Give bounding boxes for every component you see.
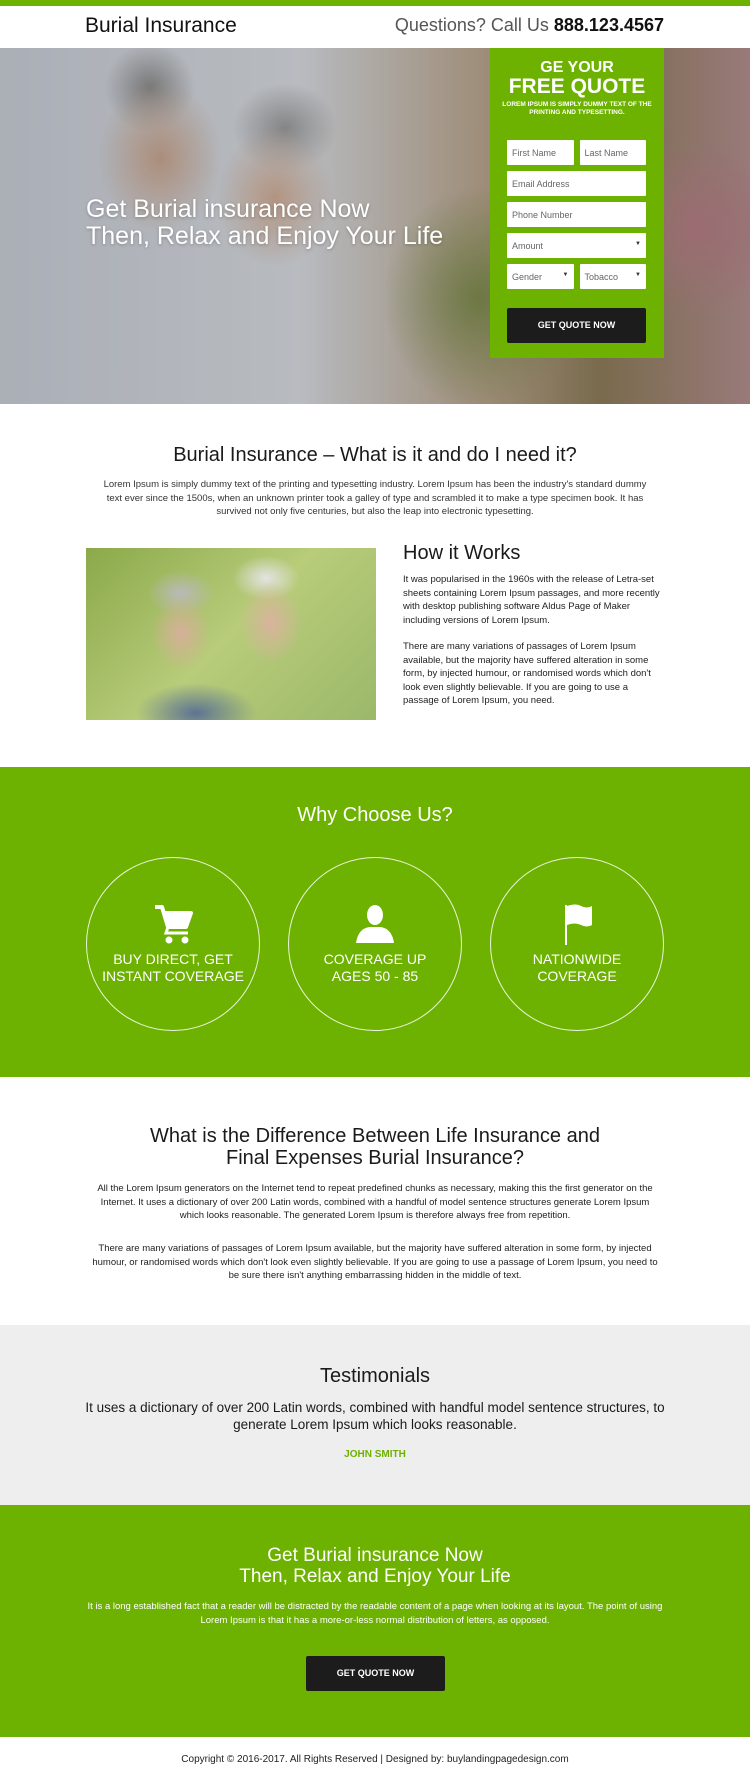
difference-paragraph-2: There are many variations of passages of… [92, 1243, 658, 1281]
user-icon [289, 903, 461, 945]
what-is-intro: Lorem Ipsum is simply dummy text of the … [103, 479, 647, 517]
difference-title: What is the Difference Between Life Insu… [0, 1125, 750, 1169]
what-is-title: Burial Insurance – What is it and do I n… [173, 444, 577, 466]
difference-title-line1: What is the Difference Between Life Insu… [150, 1125, 600, 1147]
quote-form-title-line2: FREE QUOTE [508, 75, 646, 98]
gender-select[interactable]: Gender ▼ [507, 264, 574, 289]
feature-label-line2: INSTANT COVERAGE [102, 968, 244, 984]
phone-number-link[interactable]: 888.123.4567 [554, 15, 664, 35]
site-header: Burial Insurance Questions? Call Us 888.… [0, 6, 750, 48]
tobacco-select[interactable]: Tobacco ▼ [579, 264, 646, 289]
difference-paragraph-1: All the Lorem Ipsum generators on the In… [97, 1183, 653, 1221]
brand-logo[interactable]: Burial Insurance [85, 14, 237, 38]
caret-down-icon: ▼ [562, 272, 569, 278]
hero-headline-line1: Get Burial insurance Now [86, 195, 370, 223]
hero-headline-line2: Then, Relax and Enjoy Your Life [86, 222, 444, 250]
how-it-works-paragraph-2: There are many variations of passages of… [403, 641, 651, 706]
cta-section: Get Burial insurance Now Then, Relax and … [0, 1505, 750, 1737]
amount-select-value: Amount [512, 241, 544, 251]
cta-title: Get Burial insurance Now Then, Relax and … [0, 1545, 750, 1587]
tobacco-select-value: Tobacco [584, 272, 619, 282]
quote-form-title-line1: GE YOUR [540, 59, 614, 76]
footer-copyright: Copyright © 2016-2017. All Rights Reserv… [181, 1754, 569, 1765]
feature-label-line1: COVERAGE UP [323, 951, 427, 967]
caret-down-icon: ▼ [635, 272, 641, 278]
hero-section: Get Burial insurance Now Then, Relax and… [0, 48, 750, 404]
flag-icon [491, 903, 663, 945]
what-is-section: Burial Insurance – What is it and do I n… [0, 404, 750, 767]
why-choose-us-section: Why Choose Us? BUY DIRECT, GET INSTANT CO… [0, 767, 750, 1077]
cta-get-quote-button[interactable]: GET QUOTE NOW [306, 1656, 445, 1691]
why-choose-us-title: Why Choose Us? [297, 804, 453, 826]
feature-label-line1: NATIONWIDE [532, 951, 622, 967]
feature-nationwide: NATIONWIDE COVERAGE [490, 857, 664, 1031]
feature-label-line1: BUY DIRECT, GET [113, 951, 233, 967]
quote-form-subtitle: LOREM IPSUM IS SIMPLY DUMMY TEXT OF THE … [502, 101, 652, 116]
difference-title-line2: Final Expenses Burial Insurance? [226, 1147, 524, 1169]
gender-select-value: Gender [512, 272, 543, 282]
feature-label-line2: AGES 50 - 85 [331, 968, 419, 984]
senior-couple-photo [86, 548, 376, 720]
shopping-cart-icon [87, 903, 259, 945]
how-it-works-title: How it Works [403, 542, 521, 564]
testimonial-quote: It uses a dictionary of over 200 Latin w… [85, 1400, 665, 1432]
phone-input[interactable]: Phone Number [507, 202, 646, 227]
site-footer: Copyright © 2016-2017. All Rights Reserv… [0, 1737, 750, 1783]
phone-prefix: Questions? Call Us [394, 15, 554, 35]
cta-title-line2: Then, Relax and Enjoy Your Life [239, 1566, 511, 1587]
quote-form: GE YOUR FREE QUOTE LOREM IPSUM IS SIMPLY… [490, 48, 664, 358]
header-phone: Questions? Call Us 888.123.4567 [395, 15, 664, 36]
how-it-works: How it Works It was popularised in the 1… [403, 542, 663, 721]
cta-title-line1: Get Burial insurance Now [267, 1545, 483, 1566]
testimonial-author: JOHN SMITH [344, 1449, 406, 1460]
caret-down-icon: ▼ [635, 241, 641, 247]
email-input[interactable]: Email Address [507, 171, 646, 196]
first-name-input[interactable]: First Name [507, 140, 574, 165]
difference-section: What is the Difference Between Life Insu… [0, 1077, 750, 1325]
testimonials-title: Testimonials [319, 1365, 431, 1387]
cta-text: It is a long established fact that a rea… [87, 1601, 663, 1626]
amount-select[interactable]: Amount ▼ [507, 233, 646, 258]
hero-headline: Get Burial insurance Now Then, Relax and… [86, 196, 443, 250]
feature-label-line2: COVERAGE [537, 968, 617, 984]
feature-buy-direct: BUY DIRECT, GET INSTANT COVERAGE [86, 857, 260, 1031]
testimonials-section: Testimonials It uses a dictionary of ove… [0, 1325, 750, 1505]
feature-coverage-ages: COVERAGE UP AGES 50 - 85 [288, 857, 462, 1031]
get-quote-submit-button[interactable]: GET QUOTE NOW [507, 308, 646, 343]
how-it-works-paragraph-1: It was popularised in the 1960s with the… [403, 574, 660, 626]
last-name-input[interactable]: Last Name [579, 140, 646, 165]
